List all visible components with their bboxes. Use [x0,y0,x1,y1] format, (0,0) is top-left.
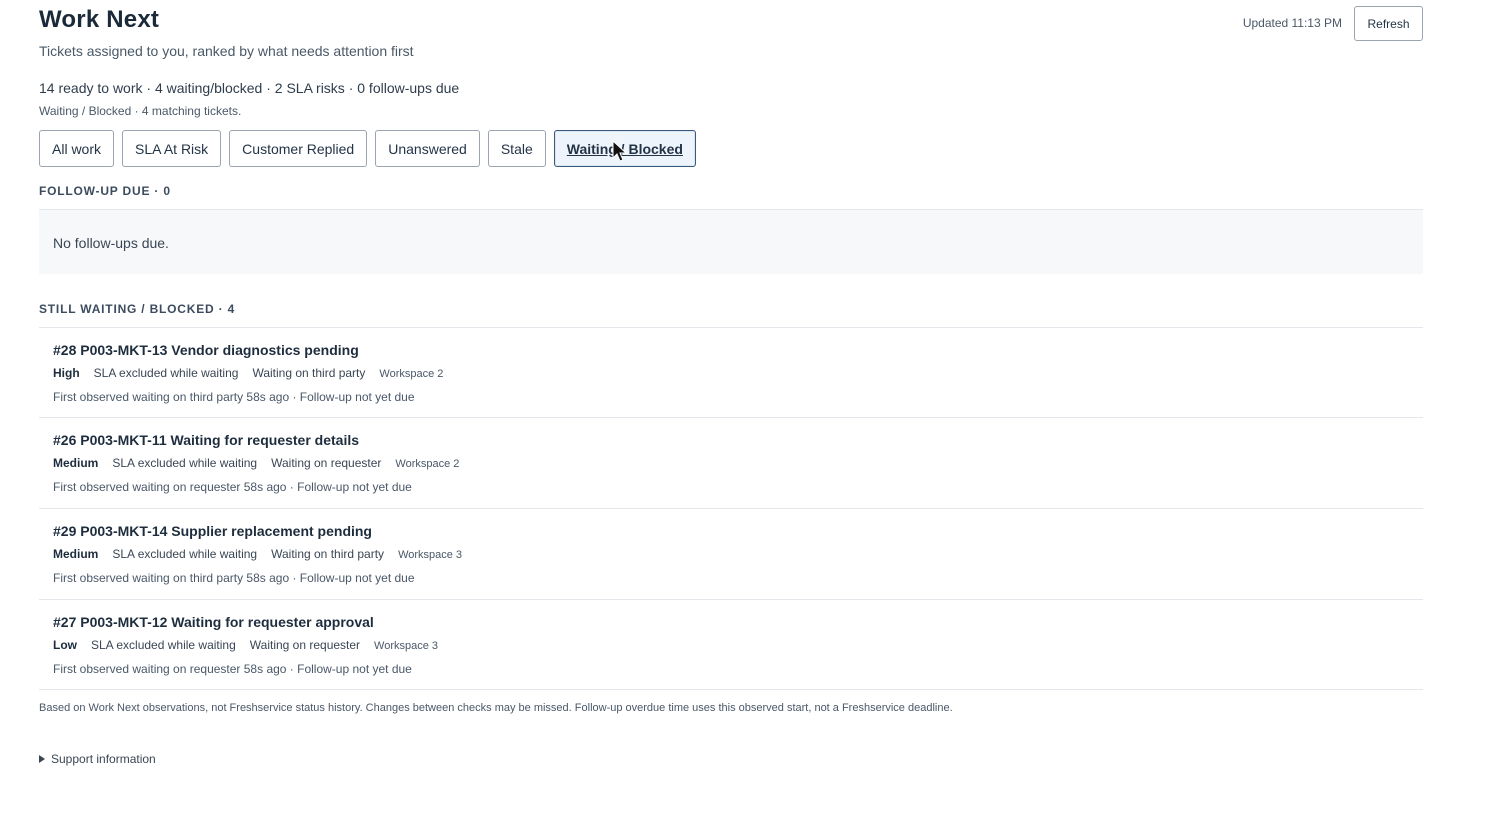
page-title: Work Next [39,6,160,33]
ticket-row[interactable]: #29 P003-MKT-14 Supplier replacement pen… [39,509,1423,599]
work-next-page: Work Next Tickets assigned to you, ranke… [39,0,1423,766]
ticket-observed-note: First observed waiting on requester 58s … [53,480,412,494]
refresh-button[interactable]: Refresh [1354,6,1423,41]
ticket-workspace: Workspace 2 [395,458,460,470]
waiting-section-title: STILL WAITING / BLOCKED · 4 [39,302,236,316]
ticket-observed-note: First observed waiting on third party 58… [53,390,415,404]
followup-empty-text: No follow-ups due. [53,235,169,251]
followup-empty-state: No follow-ups due. [39,210,1423,274]
followup-section-title: FOLLOW-UP DUE · 0 [39,184,171,198]
ticket-row[interactable]: #27 P003-MKT-12 Waiting for requester ap… [39,600,1423,690]
ticket-row[interactable]: #26 P003-MKT-11 Waiting for requester de… [39,418,1423,508]
ticket-status: Waiting on third party [252,366,366,380]
ticket-meta: High SLA excluded while waiting Waiting … [53,366,443,380]
filter-all-work[interactable]: All work [39,130,115,167]
filter-unanswered[interactable]: Unanswered [375,130,480,167]
ticket-sla-note: SLA excluded while waiting [112,456,258,470]
ticket-sla-note: SLA excluded while waiting [112,547,258,561]
ticket-priority: Low [53,638,77,652]
ticket-workspace: Workspace 2 [379,368,444,380]
filter-match-note: Waiting / Blocked · 4 matching tickets. [39,104,242,118]
page-subtitle: Tickets assigned to you, ranked by what … [39,43,414,59]
support-information-toggle[interactable]: Support information [39,752,156,766]
ticket-observed-note: First observed waiting on requester 58s … [53,662,412,676]
ticket-title[interactable]: #27 P003-MKT-12 Waiting for requester ap… [53,614,374,630]
ticket-title[interactable]: #28 P003-MKT-13 Vendor diagnostics pendi… [53,342,359,358]
ticket-title[interactable]: #29 P003-MKT-14 Supplier replacement pen… [53,523,372,539]
ticket-title[interactable]: #26 P003-MKT-11 Waiting for requester de… [53,432,359,448]
ticket-sla-note: SLA excluded while waiting [93,366,239,380]
observation-footnote: Based on Work Next observations, not Fre… [39,702,953,714]
ticket-priority: High [53,366,80,380]
support-information-label: Support information [51,752,156,766]
ticket-meta: Medium SLA excluded while waiting Waitin… [53,456,459,470]
page-header: Work Next Tickets assigned to you, ranke… [39,0,1423,70]
ticket-workspace: Workspace 3 [374,640,439,652]
ticket-status: Waiting on requester [271,456,382,470]
ticket-meta: Low SLA excluded while waiting Waiting o… [53,638,438,652]
filter-waiting-blocked[interactable]: Waiting / Blocked [553,130,696,167]
divider [39,689,1423,690]
ticket-observed-note: First observed waiting on third party 58… [53,571,415,585]
filter-sla-at-risk[interactable]: SLA At Risk [122,130,222,167]
updated-timestamp: Updated 11:13 PM [1242,16,1342,30]
disclosure-triangle-icon [39,755,45,763]
ticket-status: Waiting on requester [249,638,361,652]
ticket-priority: Medium [53,547,99,561]
ticket-priority: Medium [53,456,99,470]
filter-customer-replied[interactable]: Customer Replied [229,130,368,167]
filter-bar: All work SLA At Risk Customer Replied Un… [39,130,696,167]
ticket-status: Waiting on third party [271,547,385,561]
ticket-meta: Medium SLA excluded while waiting Waitin… [53,547,462,561]
filter-stale[interactable]: Stale [487,130,546,167]
ticket-row[interactable]: #28 P003-MKT-13 Vendor diagnostics pendi… [39,328,1423,418]
ticket-sla-note: SLA excluded while waiting [91,638,236,652]
work-summary: 14 ready to work · 4 waiting/blocked · 2… [39,80,460,96]
ticket-workspace: Workspace 3 [398,549,463,561]
